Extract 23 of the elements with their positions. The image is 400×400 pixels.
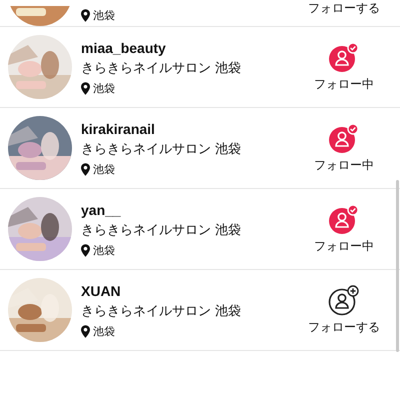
- salon-name: きらきらネイルサロン 池袋: [81, 302, 242, 320]
- location-text: 池袋: [93, 8, 115, 23]
- location-text: 池袋: [93, 242, 115, 258]
- location-text: 池袋: [93, 80, 115, 96]
- username: yan__: [81, 200, 122, 218]
- username: kirakiranail: [81, 120, 156, 138]
- follow-button[interactable]: フォロー中: [296, 42, 392, 92]
- location-text: 池袋: [93, 162, 115, 176]
- follow-button[interactable]: フォローする: [296, 285, 392, 335]
- salon-name: きらきらネイルサロン 池袋: [81, 222, 242, 240]
- location-pin-icon: [81, 244, 90, 256]
- location-pin-icon: [81, 82, 90, 94]
- location-text: 池袋: [93, 324, 115, 338]
- follow-button[interactable]: フォロー中: [296, 204, 392, 254]
- username: miaa_beauty: [81, 38, 167, 56]
- location-pin-icon: [81, 9, 90, 22]
- username: XUAN: [81, 282, 122, 300]
- location-pin-icon: [81, 324, 90, 338]
- follow-button[interactable]: フォロー中: [296, 123, 392, 173]
- salon-name: きらきらネイルサロン 池袋: [81, 60, 242, 78]
- location-pin-icon: [81, 162, 90, 176]
- salon-name: きらきらネイルサロン 池袋: [81, 140, 242, 158]
- follow-button[interactable]: フォローする: [296, 0, 392, 26]
